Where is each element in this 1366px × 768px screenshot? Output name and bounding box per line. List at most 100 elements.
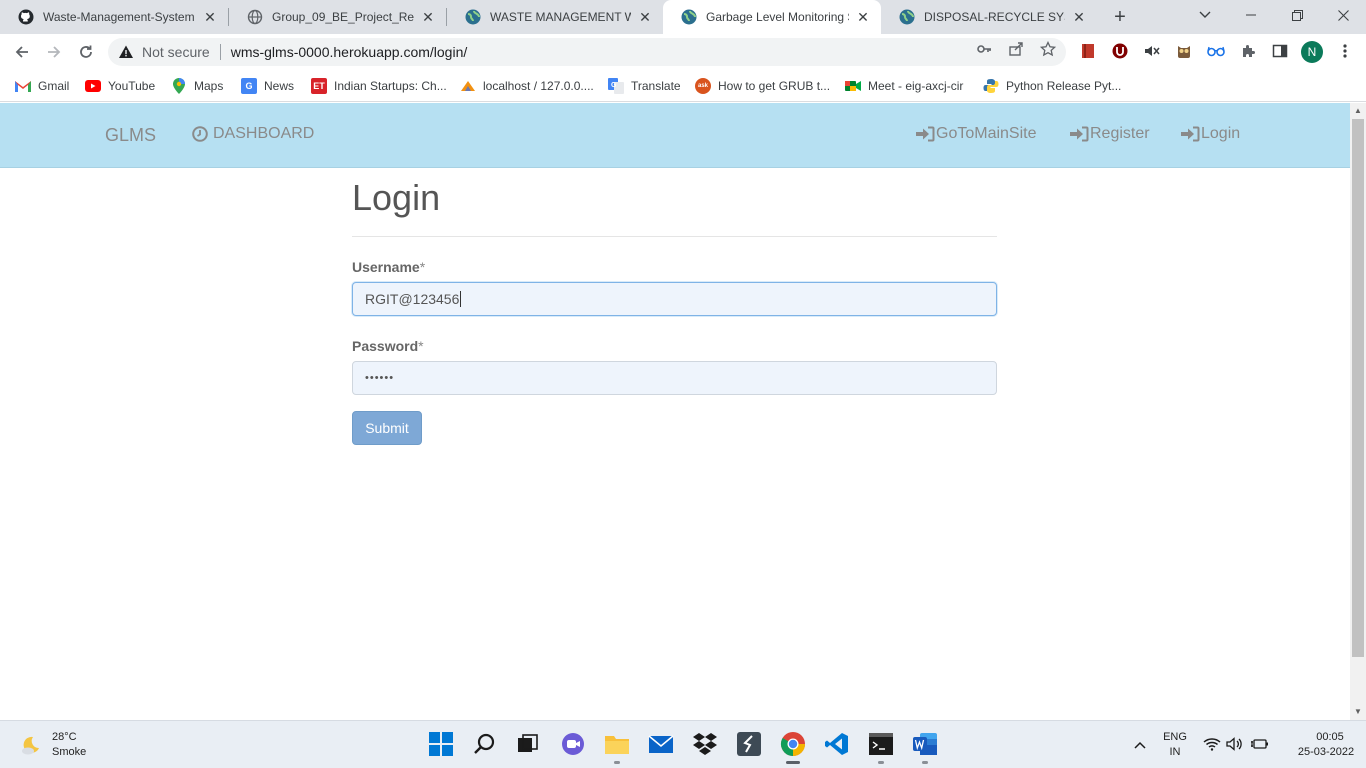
scrollbar-thumb[interactable] [1352, 119, 1364, 657]
chrome-button[interactable] [780, 731, 806, 757]
page-title: Login [352, 177, 441, 218]
bookmark-gmail[interactable]: Gmail [15, 76, 69, 96]
active-indicator [786, 761, 800, 764]
news-icon: G [241, 78, 257, 94]
chat-icon [562, 733, 584, 755]
site-brand[interactable]: GLMS [105, 125, 156, 146]
page-scrollbar[interactable]: ▲ ▼ [1350, 103, 1366, 720]
extension-book-icon[interactable] [1079, 42, 1097, 60]
dropbox-button[interactable] [692, 731, 718, 757]
python-icon [983, 78, 999, 94]
sign-in-icon [916, 126, 935, 142]
site-navbar: GLMS DASHBOARD GoToMainSite Register Log… [0, 103, 1350, 168]
menu-kebab-icon[interactable] [1336, 42, 1354, 60]
extension-ublock-icon[interactable] [1111, 42, 1129, 60]
tab-waste-management-system[interactable]: Waste-Management-System ✕ [0, 0, 228, 34]
bookmark-label: News [264, 79, 295, 93]
required-mark: * [419, 259, 426, 275]
close-icon[interactable]: ✕ [1071, 9, 1087, 25]
close-icon[interactable]: ✕ [637, 9, 653, 25]
volume-button[interactable] [1225, 734, 1245, 754]
bookmark-star-icon[interactable] [1039, 40, 1057, 58]
restore-icon [1291, 9, 1303, 21]
password-input[interactable]: •••••• [352, 361, 997, 395]
dashboard-link[interactable]: DASHBOARD [192, 125, 314, 143]
key-icon[interactable] [975, 40, 993, 58]
bookmark-translate[interactable]: G Translate [608, 76, 681, 96]
url-text[interactable]: wms-glms-0000.herokuapp.com/login/ [231, 44, 468, 60]
mail-button[interactable] [648, 731, 674, 757]
side-panel-icon[interactable] [1271, 42, 1289, 60]
show-hidden-icons-button[interactable] [1128, 733, 1152, 757]
teams-chat-button[interactable] [560, 731, 586, 757]
login-link[interactable]: Login [1181, 125, 1240, 143]
back-button[interactable] [10, 40, 34, 64]
tab-strip: Waste-Management-System ✕ Group_09_BE_Pr… [0, 0, 1366, 34]
username-label: Username* [352, 259, 426, 275]
wifi-button[interactable] [1202, 734, 1222, 754]
restore-button[interactable] [1274, 0, 1320, 30]
forward-button[interactable] [42, 40, 66, 64]
bookmark-meet[interactable]: Meet - eig-axcj-cir [845, 76, 963, 96]
tab-garbage-level-monitoring[interactable]: Garbage Level Monitoring Sy ✕ [663, 0, 881, 34]
task-view-button[interactable] [515, 731, 541, 757]
reload-button[interactable] [74, 40, 98, 64]
bookmark-grub[interactable]: ask How to get GRUB t... [695, 76, 830, 96]
bookmark-news[interactable]: G News [241, 76, 294, 96]
scroll-up-arrow[interactable]: ▲ [1350, 104, 1366, 118]
profile-avatar[interactable]: N [1301, 41, 1323, 63]
security-status[interactable]: Not secure [142, 44, 210, 60]
close-icon[interactable]: ✕ [420, 9, 436, 25]
battery-button[interactable] [1250, 734, 1270, 754]
terminal-button[interactable] [868, 731, 894, 757]
scroll-down-arrow[interactable]: ▼ [1350, 705, 1366, 719]
tab-waste-management-website[interactable]: WASTE MANAGEMENT WEBS ✕ [447, 0, 663, 34]
start-button[interactable] [428, 731, 454, 757]
minimize-button[interactable] [1228, 0, 1274, 30]
bookmark-label: How to get GRUB t... [718, 79, 831, 93]
close-icon[interactable]: ✕ [202, 9, 218, 25]
bookmark-maps[interactable]: Maps [171, 76, 223, 96]
bookmark-localhost[interactable]: localhost / 127.0.0.... [460, 76, 594, 96]
taskbar-search-button[interactable] [472, 731, 498, 757]
bookmark-indian-startups[interactable]: ET Indian Startups: Ch... [311, 76, 447, 96]
go-to-main-site-link[interactable]: GoToMainSite [916, 125, 1037, 143]
extension-glasses-icon[interactable] [1207, 42, 1225, 60]
tab-search-button[interactable] [1182, 0, 1228, 30]
dashboard-label: DASHBOARD [213, 125, 315, 142]
password-label: Password* [352, 338, 424, 354]
extensions-puzzle-icon[interactable] [1239, 42, 1257, 60]
file-explorer-button[interactable] [604, 731, 630, 757]
globe-icon [247, 9, 263, 25]
extension-owl-icon[interactable] [1175, 42, 1193, 60]
weather-widget[interactable]: 28°C Smoke [20, 730, 86, 760]
close-icon[interactable]: ✕ [855, 9, 871, 25]
reload-icon [80, 45, 92, 58]
required-mark: * [418, 338, 424, 354]
username-input[interactable]: RGIT@123456 [352, 282, 997, 316]
tab-group-09-report[interactable]: Group_09_BE_Project_Report ✕ [229, 0, 446, 34]
register-link[interactable]: Register [1070, 125, 1150, 143]
bookmark-label: Translate [631, 79, 681, 93]
share-icon[interactable] [1007, 40, 1025, 58]
tab-disposal-recycle-system[interactable]: DISPOSAL-RECYCLE SYSTEM ✕ [881, 0, 1097, 34]
close-window-button[interactable] [1320, 0, 1366, 30]
new-tab-button[interactable]: + [1109, 6, 1131, 28]
address-bar[interactable]: Not secure wms-glms-0000.herokuapp.com/l… [108, 38, 1066, 66]
word-button[interactable] [912, 731, 938, 757]
svg-text:G: G [611, 82, 617, 89]
mute-tab-icon[interactable] [1143, 42, 1161, 60]
clock[interactable]: 00:05 25-03-2022 [1298, 730, 1355, 760]
running-indicator [614, 761, 620, 764]
bookmark-label: Gmail [38, 79, 70, 93]
bookmark-python[interactable]: Python Release Pyt... [983, 76, 1121, 96]
sublime-button[interactable] [736, 731, 762, 757]
vscode-button[interactable] [824, 731, 850, 757]
browser-toolbar: Not secure wms-glms-0000.herokuapp.com/l… [0, 34, 1366, 70]
submit-button[interactable]: Submit [352, 411, 422, 445]
running-indicator [878, 761, 884, 764]
language-indicator[interactable]: ENG IN [1160, 730, 1190, 760]
bookmark-youtube[interactable]: YouTube [85, 76, 155, 96]
clock-time: 00:05 [1316, 731, 1344, 743]
moon-cloud-icon [22, 736, 39, 755]
